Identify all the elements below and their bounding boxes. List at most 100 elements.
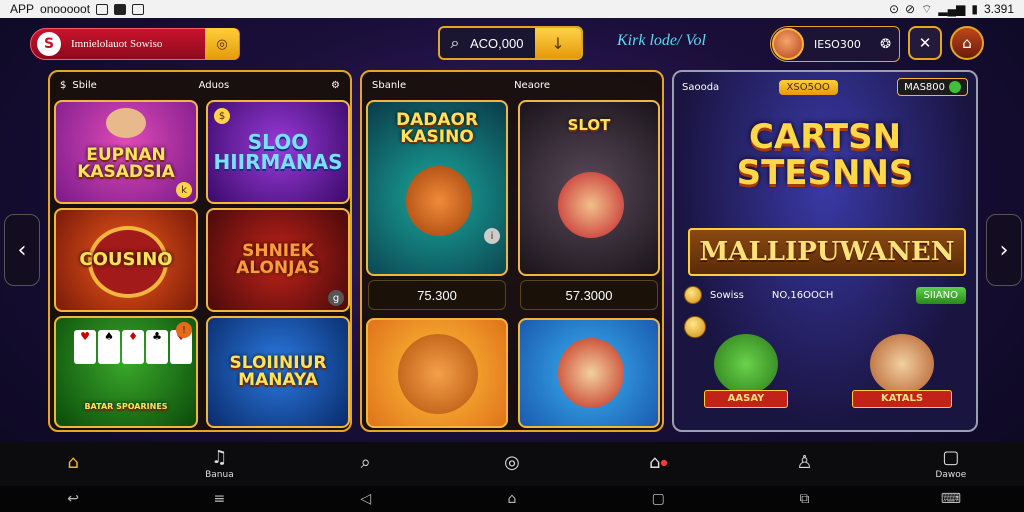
top-header: S Imnielolauot Sowiso ◎ ⌕ ACO,000 ↓ Kirk…	[0, 18, 1024, 70]
nav-dawoe[interactable]: ▢ Dawoe	[878, 442, 1024, 486]
game-title: SLOIINIUR MANAYA	[229, 353, 327, 390]
panel-tab-mid[interactable]: Aduos	[199, 80, 230, 91]
balance-search[interactable]: ⌕ ACO,000 ↓	[438, 26, 583, 60]
brand-logo-icon: S	[37, 32, 61, 56]
game-tile[interactable]: SLOO HIIRMANAS $	[206, 100, 350, 204]
games-panel-left: $ Sbile Aduos ⚙ EUPNAN KASADSIA k SLOO H…	[48, 70, 352, 432]
nav-search[interactable]: ⌕	[293, 442, 439, 486]
price-tag: 75.300	[368, 280, 506, 310]
dollar-icon: $	[60, 79, 67, 91]
game-title: SLOO HIIRMANAS	[213, 130, 343, 174]
undo-icon[interactable]: ↩	[0, 486, 146, 512]
game-tile[interactable]: SLOT	[518, 100, 660, 276]
game-title: BATAR SPOARINES	[84, 402, 168, 411]
mascot-icon	[106, 108, 146, 138]
back-icon[interactable]: ◁	[293, 486, 439, 512]
gift-icon[interactable]: ❂	[880, 37, 891, 52]
search-icon: ⌕	[450, 33, 460, 52]
shop-icon: ⌂	[962, 34, 972, 52]
chevron-right-icon: ›	[999, 237, 1009, 263]
panel-header: Sbanle Neaore	[362, 72, 662, 98]
featured-balance-value: MAS800	[904, 81, 945, 93]
nav-banua[interactable]: ♫ Banua	[146, 442, 292, 486]
game-tile[interactable]: ♥ ♠ ♦ ♣ ♥ BATAR SPOARINES !	[54, 316, 198, 428]
nav-label: Dawoe	[935, 470, 967, 480]
games-panel-middle: Sbanle Neaore DADAOR KASINO i 75.300 SLO…	[360, 70, 664, 432]
signal-icon: ▂▄▆	[938, 2, 966, 16]
game-title: COUSINO	[79, 249, 173, 270]
clock: 3.391	[983, 2, 1014, 16]
featured-row-mid: NO,16OOCH	[771, 289, 834, 301]
coin-button[interactable]: ◎	[205, 28, 239, 60]
alarm-icon: ⊙	[888, 2, 900, 16]
bell-icon: ♫	[211, 447, 228, 468]
featured-banner[interactable]: MALLIPUWANEN	[688, 228, 966, 276]
target-icon: ◎	[504, 452, 520, 473]
nav-target[interactable]: ◎	[439, 442, 585, 486]
panel-tab-left[interactable]: Sbile	[72, 80, 96, 91]
game-tile[interactable]: DADAOR KASINO i	[366, 100, 508, 276]
featured-tab[interactable]: Saooda	[682, 82, 719, 93]
menu-button[interactable]: ✕	[908, 26, 942, 60]
character-label: AASAY	[704, 390, 788, 408]
status-bar: APP onooooot ⊙ ⊘ ⌔ ▂▄▆ ▮ 3.391	[0, 0, 1024, 18]
fox-mascot-icon	[406, 166, 472, 236]
coin-icon	[684, 316, 706, 338]
nav-profile[interactable]: ♙	[731, 442, 877, 486]
game-title: EUPNAN KASADSIA	[77, 145, 175, 182]
game-tile[interactable]	[518, 318, 660, 428]
online-icon	[949, 81, 961, 93]
keyboard-icon[interactable]: ⌨	[878, 486, 1024, 512]
panel-tab-left[interactable]: Sbanle	[372, 80, 406, 91]
nav-notifications[interactable]: ⌂●	[585, 442, 731, 486]
wifi-icon: ⌔	[921, 1, 933, 16]
prev-arrow[interactable]: ‹	[4, 214, 40, 286]
game-tile[interactable]: SHNIEK ALONJAS g	[206, 208, 350, 312]
close-icon: ✕	[918, 34, 932, 52]
game-tile[interactable]: EUPNAN KASADSIA k	[54, 100, 198, 204]
play-button[interactable]: SIIANO	[915, 286, 966, 304]
info-icon[interactable]: i	[484, 228, 500, 244]
next-arrow[interactable]: ›	[986, 214, 1022, 286]
menu-icon[interactable]: ≡	[146, 486, 292, 512]
brand-pill[interactable]: S Imnielolauot Sowiso ◎	[30, 28, 240, 60]
chevron-left-icon: ‹	[17, 237, 27, 263]
house-alert-icon: ⌂●	[649, 452, 668, 473]
mute-icon: ⊘	[905, 2, 916, 16]
deposit-button[interactable]: ↓	[535, 28, 581, 58]
info-icon[interactable]: k	[176, 182, 192, 198]
settings-icon[interactable]: ⚙	[331, 80, 340, 91]
featured-row-left: Sowiss	[710, 289, 744, 301]
bottom-nav: ⌂ ♫ Banua ⌕ ◎ ⌂● ♙ ▢ Dawoe	[0, 442, 1024, 486]
info-icon[interactable]: g	[328, 290, 344, 306]
user-profile[interactable]: IESO300 ❂	[770, 26, 900, 62]
game-title: DADAOR KASINO	[395, 110, 479, 147]
battery-icon: ▮	[971, 2, 978, 16]
price-tag: 57.3000	[520, 280, 658, 310]
recents-icon[interactable]: ▢	[585, 486, 731, 512]
featured-panel: Saooda XSO5OO MAS800 CARTSN STESNNS MALL…	[672, 70, 978, 432]
game-tile[interactable]: COUSINO	[54, 208, 198, 312]
featured-header: Saooda XSO5OO MAS800	[682, 76, 968, 98]
game-tile[interactable]	[366, 318, 508, 428]
home-icon: ⌂	[67, 452, 79, 473]
panel-tab-mid[interactable]: Neaore	[514, 80, 550, 91]
chef-mascot-icon	[558, 172, 624, 238]
message-icon	[132, 3, 145, 15]
frog-mascot-icon	[714, 334, 778, 394]
brand-text: Imnielolauot Sowiso	[71, 38, 163, 50]
avatar[interactable]	[772, 28, 804, 60]
balance-value: ACO,000	[470, 35, 524, 51]
home-button-icon[interactable]: ⌂	[439, 486, 585, 512]
featured-balance[interactable]: MAS800	[897, 78, 968, 96]
hot-icon: !	[176, 322, 192, 338]
search-icon: ⌕	[360, 452, 371, 473]
carrier-label: onooooot	[40, 2, 91, 16]
split-screen-icon[interactable]: ⧉	[731, 486, 877, 512]
shop-button[interactable]: ⌂	[950, 26, 984, 60]
system-nav: ↩ ≡ ◁ ⌂ ▢ ⧉ ⌨	[0, 486, 1024, 512]
nav-home[interactable]: ⌂	[0, 442, 146, 486]
game-tile[interactable]: SLOIINIUR MANAYA	[206, 316, 350, 428]
cards-icon: ♥ ♠ ♦ ♣ ♥	[74, 330, 192, 364]
featured-badge[interactable]: XSO5OO	[778, 79, 838, 95]
